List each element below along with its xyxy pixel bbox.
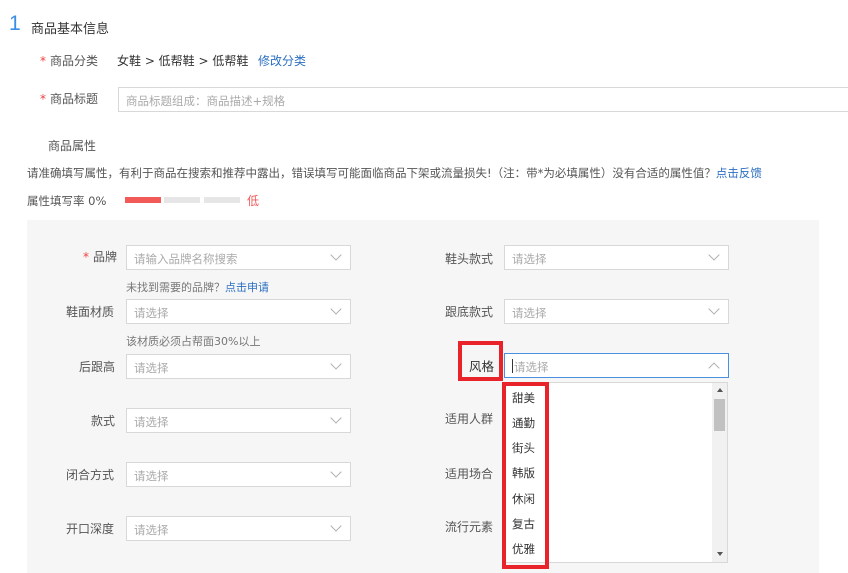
occasion-label: 适用场合 — [445, 467, 494, 481]
feedback-link[interactable]: 点击反馈 — [716, 166, 762, 180]
category-label: * 商品分类 — [40, 54, 99, 68]
opening-depth-label: 开口深度 — [66, 522, 115, 536]
closure-select[interactable]: 请选择 — [126, 462, 351, 487]
attributes-heading: 商品属性 — [48, 139, 97, 153]
chevron-down-icon — [330, 303, 342, 315]
text-cursor — [512, 359, 513, 373]
design-label: 款式 — [91, 414, 116, 428]
scroll-down-arrow-icon[interactable] — [717, 552, 723, 556]
heel-style-label: 跟底款式 — [445, 305, 494, 319]
title-input[interactable]: 商品标题组成：商品描述+规格 — [118, 87, 848, 112]
chevron-down-icon — [330, 520, 342, 532]
style-select[interactable]: 请选择 — [504, 353, 729, 378]
toe-style-select[interactable]: 请选择 — [504, 245, 729, 270]
fill-rate-bar-3 — [204, 197, 240, 203]
toe-style-label: 鞋头款式 — [445, 252, 494, 266]
brand-label: * 品牌 — [83, 250, 118, 264]
chevron-down-icon — [330, 249, 342, 261]
design-select[interactable]: 请选择 — [126, 408, 351, 433]
heel-style-select[interactable]: 请选择 — [504, 299, 729, 324]
fill-rate-bar-1 — [125, 197, 161, 203]
closure-label: 闭合方式 — [66, 468, 115, 482]
chevron-down-icon — [330, 466, 342, 478]
chevron-down-icon — [330, 358, 342, 370]
heel-height-select[interactable]: 请选择 — [126, 354, 351, 379]
scroll-up-arrow-icon[interactable] — [717, 388, 723, 392]
attributes-notice: 请准确填写属性，有利于商品在搜索和推荐中露出，错误填写可能面临商品下架或流量损失… — [27, 166, 762, 180]
style-label: 风格 — [469, 359, 495, 374]
edit-category-link[interactable]: 修改分类 — [258, 52, 306, 69]
apply-brand-link[interactable]: 点击申请 — [225, 281, 269, 294]
section-title: 商品基本信息 — [31, 22, 110, 37]
brand-select[interactable]: 请输入品牌名称搜索 — [126, 245, 351, 270]
opening-depth-select[interactable]: 请选择 — [126, 516, 351, 541]
options-highlight — [502, 382, 549, 569]
fill-rate-label: 属性填写率 0% — [27, 194, 107, 208]
target-group-label: 适用人群 — [445, 412, 494, 426]
section-number: 1 — [9, 12, 21, 35]
chevron-down-icon — [708, 249, 720, 261]
upper-material-label: 鞋面材质 — [66, 305, 115, 319]
dropdown-scrollbar[interactable] — [712, 383, 727, 562]
chevron-down-icon — [330, 412, 342, 424]
title-label: * 商品标题 — [40, 92, 99, 106]
chevron-down-icon — [708, 303, 720, 315]
category-path: 女鞋 > 低帮鞋 > 低帮鞋 — [117, 54, 249, 68]
trend-element-label: 流行元素 — [445, 520, 494, 534]
fill-level: 低 — [247, 194, 260, 208]
upper-material-select[interactable]: 请选择 — [126, 299, 351, 324]
heel-height-label: 后跟高 — [79, 360, 116, 374]
brand-hint: 未找到需要的品牌？点击申请 — [126, 281, 269, 294]
scrollbar-thumb[interactable] — [714, 399, 725, 431]
chevron-up-icon — [708, 362, 720, 374]
fill-rate-bar-2 — [164, 197, 200, 203]
material-hint: 该材质必须占帮面30%以上 — [126, 335, 261, 348]
